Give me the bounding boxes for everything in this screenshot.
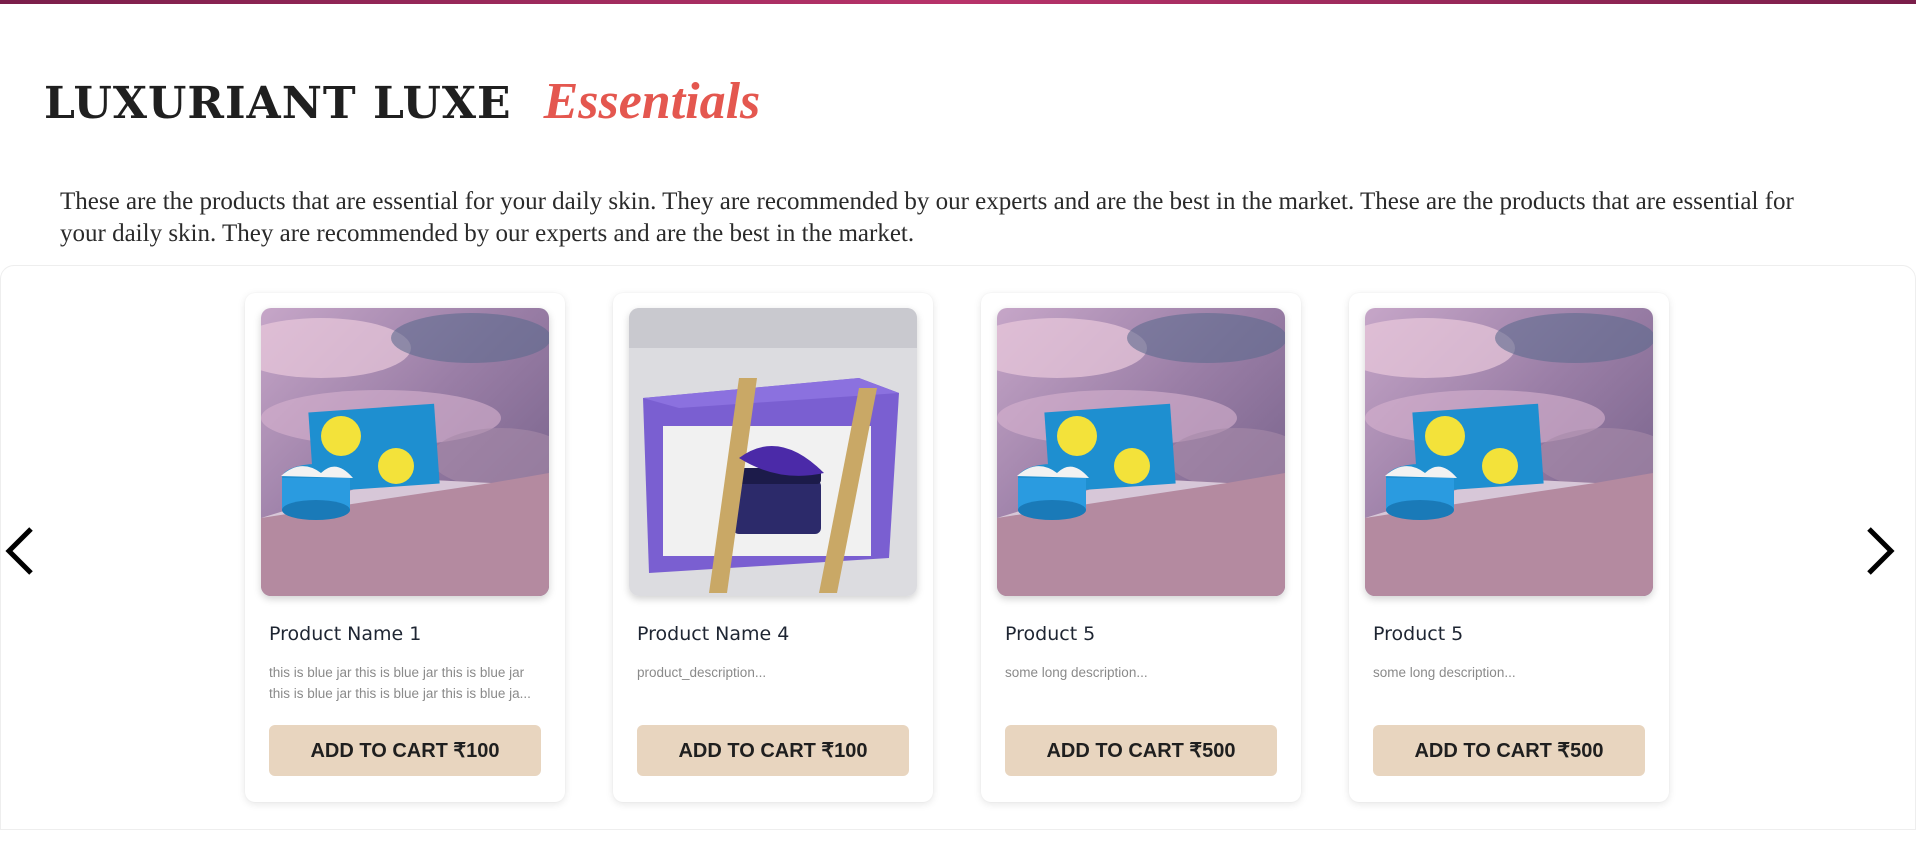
page-title: LUXURIANT LUXE Essentials bbox=[44, 72, 760, 132]
add-to-cart-button[interactable]: ADD TO CART ₹100 bbox=[269, 725, 541, 776]
product-carousel: Product Name 1 this is blue jar this is … bbox=[0, 265, 1916, 830]
product-description: some long description... bbox=[1373, 665, 1516, 680]
product-name: Product Name 1 bbox=[269, 623, 422, 645]
top-accent-bar bbox=[0, 0, 1916, 4]
carousel-prev-button[interactable] bbox=[1, 521, 41, 581]
product-card[interactable]: Product 5 some long description... ADD T… bbox=[981, 293, 1301, 802]
product-card[interactable]: Product 5 some long description... ADD T… bbox=[1349, 293, 1669, 802]
product-image[interactable] bbox=[997, 308, 1285, 596]
product-image[interactable] bbox=[1365, 308, 1653, 596]
product-image[interactable] bbox=[261, 308, 549, 596]
section-title: Essentials bbox=[543, 73, 761, 130]
intro-text: These are the products that are essentia… bbox=[60, 188, 1794, 247]
product-name: Product 5 bbox=[1005, 623, 1096, 645]
add-to-cart-button[interactable]: ADD TO CART ₹100 bbox=[637, 725, 909, 776]
brand-title: LUXURIANT LUXE bbox=[44, 78, 512, 129]
product-card[interactable]: Product Name 1 this is blue jar this is … bbox=[245, 293, 565, 802]
add-to-cart-button[interactable]: ADD TO CART ₹500 bbox=[1373, 725, 1645, 776]
product-name: Product Name 4 bbox=[637, 623, 790, 645]
product-name: Product 5 bbox=[1373, 623, 1464, 645]
chevron-left-icon bbox=[5, 527, 33, 575]
product-card[interactable]: Product Name 4 product_description... AD… bbox=[613, 293, 933, 802]
add-to-cart-button[interactable]: ADD TO CART ₹500 bbox=[1005, 725, 1277, 776]
product-image[interactable] bbox=[629, 308, 917, 596]
chevron-right-icon bbox=[1867, 527, 1895, 575]
carousel-next-button[interactable] bbox=[1859, 521, 1899, 581]
product-description: this is blue jar this is blue jar this i… bbox=[269, 665, 531, 701]
product-description: product_description... bbox=[637, 665, 767, 680]
product-description: some long description... bbox=[1005, 665, 1148, 680]
